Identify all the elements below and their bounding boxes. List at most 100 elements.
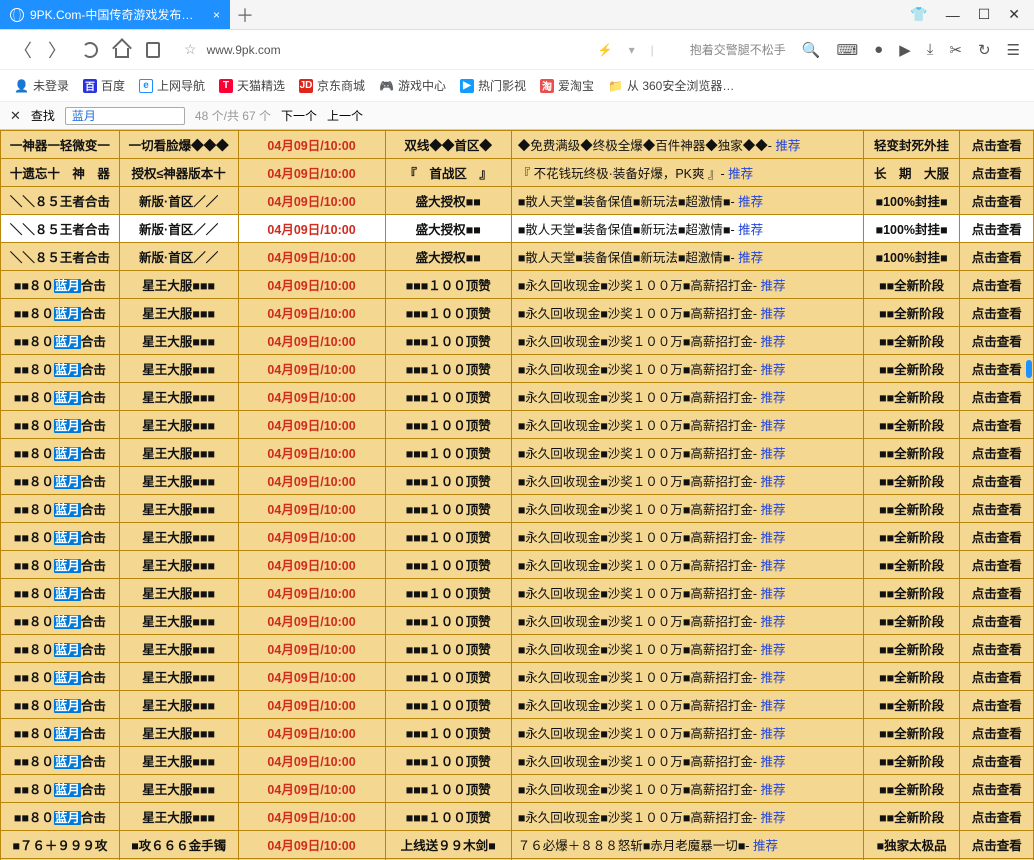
cell-name[interactable]: 十遗忘十 神 器 xyxy=(1,159,120,187)
cell-name[interactable]: ■■８０蓝月合击 xyxy=(1,691,120,719)
table-row[interactable]: ■■８０蓝月合击星王大服■■■04月09日/10:00■■■１００顶赞■永久回收… xyxy=(1,803,1034,831)
cell-desc[interactable]: ■永久回收现金■沙奖１００万■高薪招打金- 推荐 xyxy=(511,495,863,523)
bookmark-item[interactable]: 淘爱淘宝 xyxy=(540,77,594,94)
table-row[interactable]: ■■８０蓝月合击星王大服■■■04月09日/10:00■■■１００顶赞■永久回收… xyxy=(1,775,1034,803)
wechat-icon[interactable]: ● xyxy=(874,41,883,58)
cell-view[interactable]: 点击查看 xyxy=(960,467,1034,495)
cell-name[interactable]: ■■８０蓝月合击 xyxy=(1,635,120,663)
cell-desc[interactable]: ■永久回收现金■沙奖１００万■高薪招打金- 推荐 xyxy=(511,663,863,691)
cell-view[interactable]: 点击查看 xyxy=(960,831,1034,859)
cell-desc[interactable]: ■永久回收现金■沙奖１００万■高薪招打金- 推荐 xyxy=(511,299,863,327)
cell-view[interactable]: 点击查看 xyxy=(960,215,1034,243)
cell-name[interactable]: ■７６＋９９９攻 xyxy=(1,831,120,859)
cell-view[interactable]: 点击查看 xyxy=(960,439,1034,467)
cell-desc[interactable]: 『 不花钱玩终极·装备好爆，PK爽 』- 推荐 xyxy=(511,159,863,187)
bookmark-item[interactable]: 🎮游戏中心 xyxy=(379,77,446,94)
cell-name[interactable]: ■■８０蓝月合击 xyxy=(1,551,120,579)
bookmark-item[interactable]: JD京东商城 xyxy=(299,77,365,94)
cell-view[interactable]: 点击查看 xyxy=(960,523,1034,551)
find-input[interactable] xyxy=(65,107,185,125)
cell-name[interactable]: ■■８０蓝月合击 xyxy=(1,467,120,495)
cell-name[interactable]: ■■８０蓝月合击 xyxy=(1,411,120,439)
table-row[interactable]: ■■８０蓝月合击星王大服■■■04月09日/10:00■■■１００顶赞■永久回收… xyxy=(1,719,1034,747)
table-row[interactable]: 一神器一轻微变一一切看脸爆◆◆◆04月09日/10:00双线◆◆首区◆◆免费满级… xyxy=(1,131,1034,159)
cell-desc[interactable]: ■永久回收现金■沙奖１００万■高薪招打金- 推荐 xyxy=(511,355,863,383)
dropdown-icon[interactable]: ▾ xyxy=(629,43,635,57)
table-row[interactable]: ■■８０蓝月合击星王大服■■■04月09日/10:00■■■１００顶赞■永久回收… xyxy=(1,551,1034,579)
cell-desc[interactable]: ■散人天堂■装备保值■新玩法■超激情■- 推荐 xyxy=(511,243,863,271)
skin-icon[interactable]: 👕 xyxy=(910,6,927,23)
cell-view[interactable]: 点击查看 xyxy=(960,495,1034,523)
cell-desc[interactable]: ■永久回收现金■沙奖１００万■高薪招打金- 推荐 xyxy=(511,439,863,467)
bookmark-item[interactable]: ▶热门影视 xyxy=(460,77,526,94)
table-row[interactable]: ■■８０蓝月合击星王大服■■■04月09日/10:00■■■１００顶赞■永久回收… xyxy=(1,299,1034,327)
cell-view[interactable]: 点击查看 xyxy=(960,775,1034,803)
cell-desc[interactable]: ■永久回收现金■沙奖１００万■高薪招打金- 推荐 xyxy=(511,607,863,635)
cell-view[interactable]: 点击查看 xyxy=(960,607,1034,635)
play-icon[interactable]: ▶ xyxy=(899,41,911,59)
cell-name[interactable]: ＼＼８５王者合击 xyxy=(1,243,120,271)
cell-name[interactable]: ■■８０蓝月合击 xyxy=(1,775,120,803)
cell-view[interactable]: 点击查看 xyxy=(960,747,1034,775)
cell-view[interactable]: 点击查看 xyxy=(960,327,1034,355)
cell-name[interactable]: ＼＼８５王者合击 xyxy=(1,187,120,215)
maximize-icon[interactable]: ☐ xyxy=(978,6,991,23)
table-row[interactable]: ■■８０蓝月合击星王大服■■■04月09日/10:00■■■１００顶赞■永久回收… xyxy=(1,607,1034,635)
cut-icon[interactable]: ✂ xyxy=(949,41,962,59)
cell-view[interactable]: 点击查看 xyxy=(960,579,1034,607)
cell-desc[interactable]: ■永久回收现金■沙奖１００万■高薪招打金- 推荐 xyxy=(511,635,863,663)
table-row[interactable]: ■■８０蓝月合击星王大服■■■04月09日/10:00■■■１００顶赞■永久回收… xyxy=(1,523,1034,551)
cell-desc[interactable]: ■永久回收现金■沙奖１００万■高薪招打金- 推荐 xyxy=(511,327,863,355)
cell-desc[interactable]: ■永久回收现金■沙奖１００万■高薪招打金- 推荐 xyxy=(511,775,863,803)
cell-view[interactable]: 点击查看 xyxy=(960,243,1034,271)
keyboard-icon[interactable]: ⌨ xyxy=(836,41,858,59)
table-row[interactable]: ■７６＋９９９攻■攻６６６金手镯04月09日/10:00上线送９９木剑■７６必爆… xyxy=(1,831,1034,859)
menu-icon[interactable]: ☰ xyxy=(1007,41,1020,59)
table-row[interactable]: ■■８０蓝月合击星王大服■■■04月09日/10:00■■■１００顶赞■永久回收… xyxy=(1,691,1034,719)
cell-view[interactable]: 点击查看 xyxy=(960,271,1034,299)
cell-view[interactable]: 点击查看 xyxy=(960,635,1034,663)
table-row[interactable]: 十遗忘十 神 器授权≤神器版本十04月09日/10:00『 首战区 』『 不花钱… xyxy=(1,159,1034,187)
tab-close-icon[interactable]: × xyxy=(213,8,220,22)
cell-name[interactable]: ■■８０蓝月合击 xyxy=(1,495,120,523)
findbar-close-icon[interactable]: ✕ xyxy=(10,108,21,124)
table-row[interactable]: ＼＼８５王者合击新版·首区／／04月09日/10:00盛大授权■■■散人天堂■装… xyxy=(1,187,1034,215)
favorite-icon[interactable]: ☆ xyxy=(184,41,197,58)
cell-view[interactable]: 点击查看 xyxy=(960,663,1034,691)
browser-tab[interactable]: 9PK.Com-中国传奇游戏发布第一选 × xyxy=(0,0,230,29)
address-bar[interactable]: ☆ www.9pk.com xyxy=(176,41,582,58)
cell-desc[interactable]: ■永久回收现金■沙奖１００万■高薪招打金- 推荐 xyxy=(511,383,863,411)
cell-desc[interactable]: ■永久回收现金■沙奖１００万■高薪招打金- 推荐 xyxy=(511,551,863,579)
home-icon[interactable] xyxy=(114,42,130,58)
bookmark-item[interactable]: T天猫精选 xyxy=(219,77,285,94)
cell-name[interactable]: ■■８０蓝月合击 xyxy=(1,803,120,831)
headline-text[interactable]: 抱着交警腿不松手 xyxy=(690,41,786,58)
cell-name[interactable]: ■■８０蓝月合击 xyxy=(1,747,120,775)
reader-icon[interactable] xyxy=(146,42,160,58)
table-row[interactable]: ■■８０蓝月合击星王大服■■■04月09日/10:00■■■１００顶赞■永久回收… xyxy=(1,467,1034,495)
cell-view[interactable]: 点击查看 xyxy=(960,383,1034,411)
table-row[interactable]: ■■８０蓝月合击星王大服■■■04月09日/10:00■■■１００顶赞■永久回收… xyxy=(1,383,1034,411)
cell-view[interactable]: 点击查看 xyxy=(960,355,1034,383)
cell-desc[interactable]: ■永久回收现金■沙奖１００万■高薪招打金- 推荐 xyxy=(511,411,863,439)
login-status[interactable]: 👤未登录 xyxy=(14,77,69,94)
close-icon[interactable]: ✕ xyxy=(1008,6,1020,23)
cell-desc[interactable]: ■永久回收现金■沙奖１００万■高薪招打金- 推荐 xyxy=(511,523,863,551)
cell-view[interactable]: 点击查看 xyxy=(960,691,1034,719)
find-next-button[interactable]: 下一个 xyxy=(281,107,317,124)
table-row[interactable]: ■■８０蓝月合击星王大服■■■04月09日/10:00■■■１００顶赞■永久回收… xyxy=(1,411,1034,439)
table-row[interactable]: ■■８０蓝月合击星王大服■■■04月09日/10:00■■■１００顶赞■永久回收… xyxy=(1,663,1034,691)
cell-desc[interactable]: ■永久回收现金■沙奖１００万■高薪招打金- 推荐 xyxy=(511,719,863,747)
cell-view[interactable]: 点击查看 xyxy=(960,187,1034,215)
search-icon[interactable]: 🔍 xyxy=(802,41,821,59)
cell-desc[interactable]: ■散人天堂■装备保值■新玩法■超激情■- 推荐 xyxy=(511,215,863,243)
cell-desc[interactable]: ■永久回收现金■沙奖１００万■高薪招打金- 推荐 xyxy=(511,747,863,775)
back-icon[interactable]: 〈 xyxy=(14,37,32,63)
cell-view[interactable]: 点击查看 xyxy=(960,131,1034,159)
content-area[interactable]: 一神器一轻微变一一切看脸爆◆◆◆04月09日/10:00双线◆◆首区◆◆免费满级… xyxy=(0,130,1034,860)
table-row[interactable]: ＼＼８５王者合击新版·首区／／04月09日/10:00盛大授权■■■散人天堂■装… xyxy=(1,243,1034,271)
cell-desc[interactable]: ■永久回收现金■沙奖１００万■高薪招打金- 推荐 xyxy=(511,691,863,719)
cell-name[interactable]: ■■８０蓝月合击 xyxy=(1,299,120,327)
cell-name[interactable]: ■■８０蓝月合击 xyxy=(1,327,120,355)
find-prev-button[interactable]: 上一个 xyxy=(327,107,363,124)
